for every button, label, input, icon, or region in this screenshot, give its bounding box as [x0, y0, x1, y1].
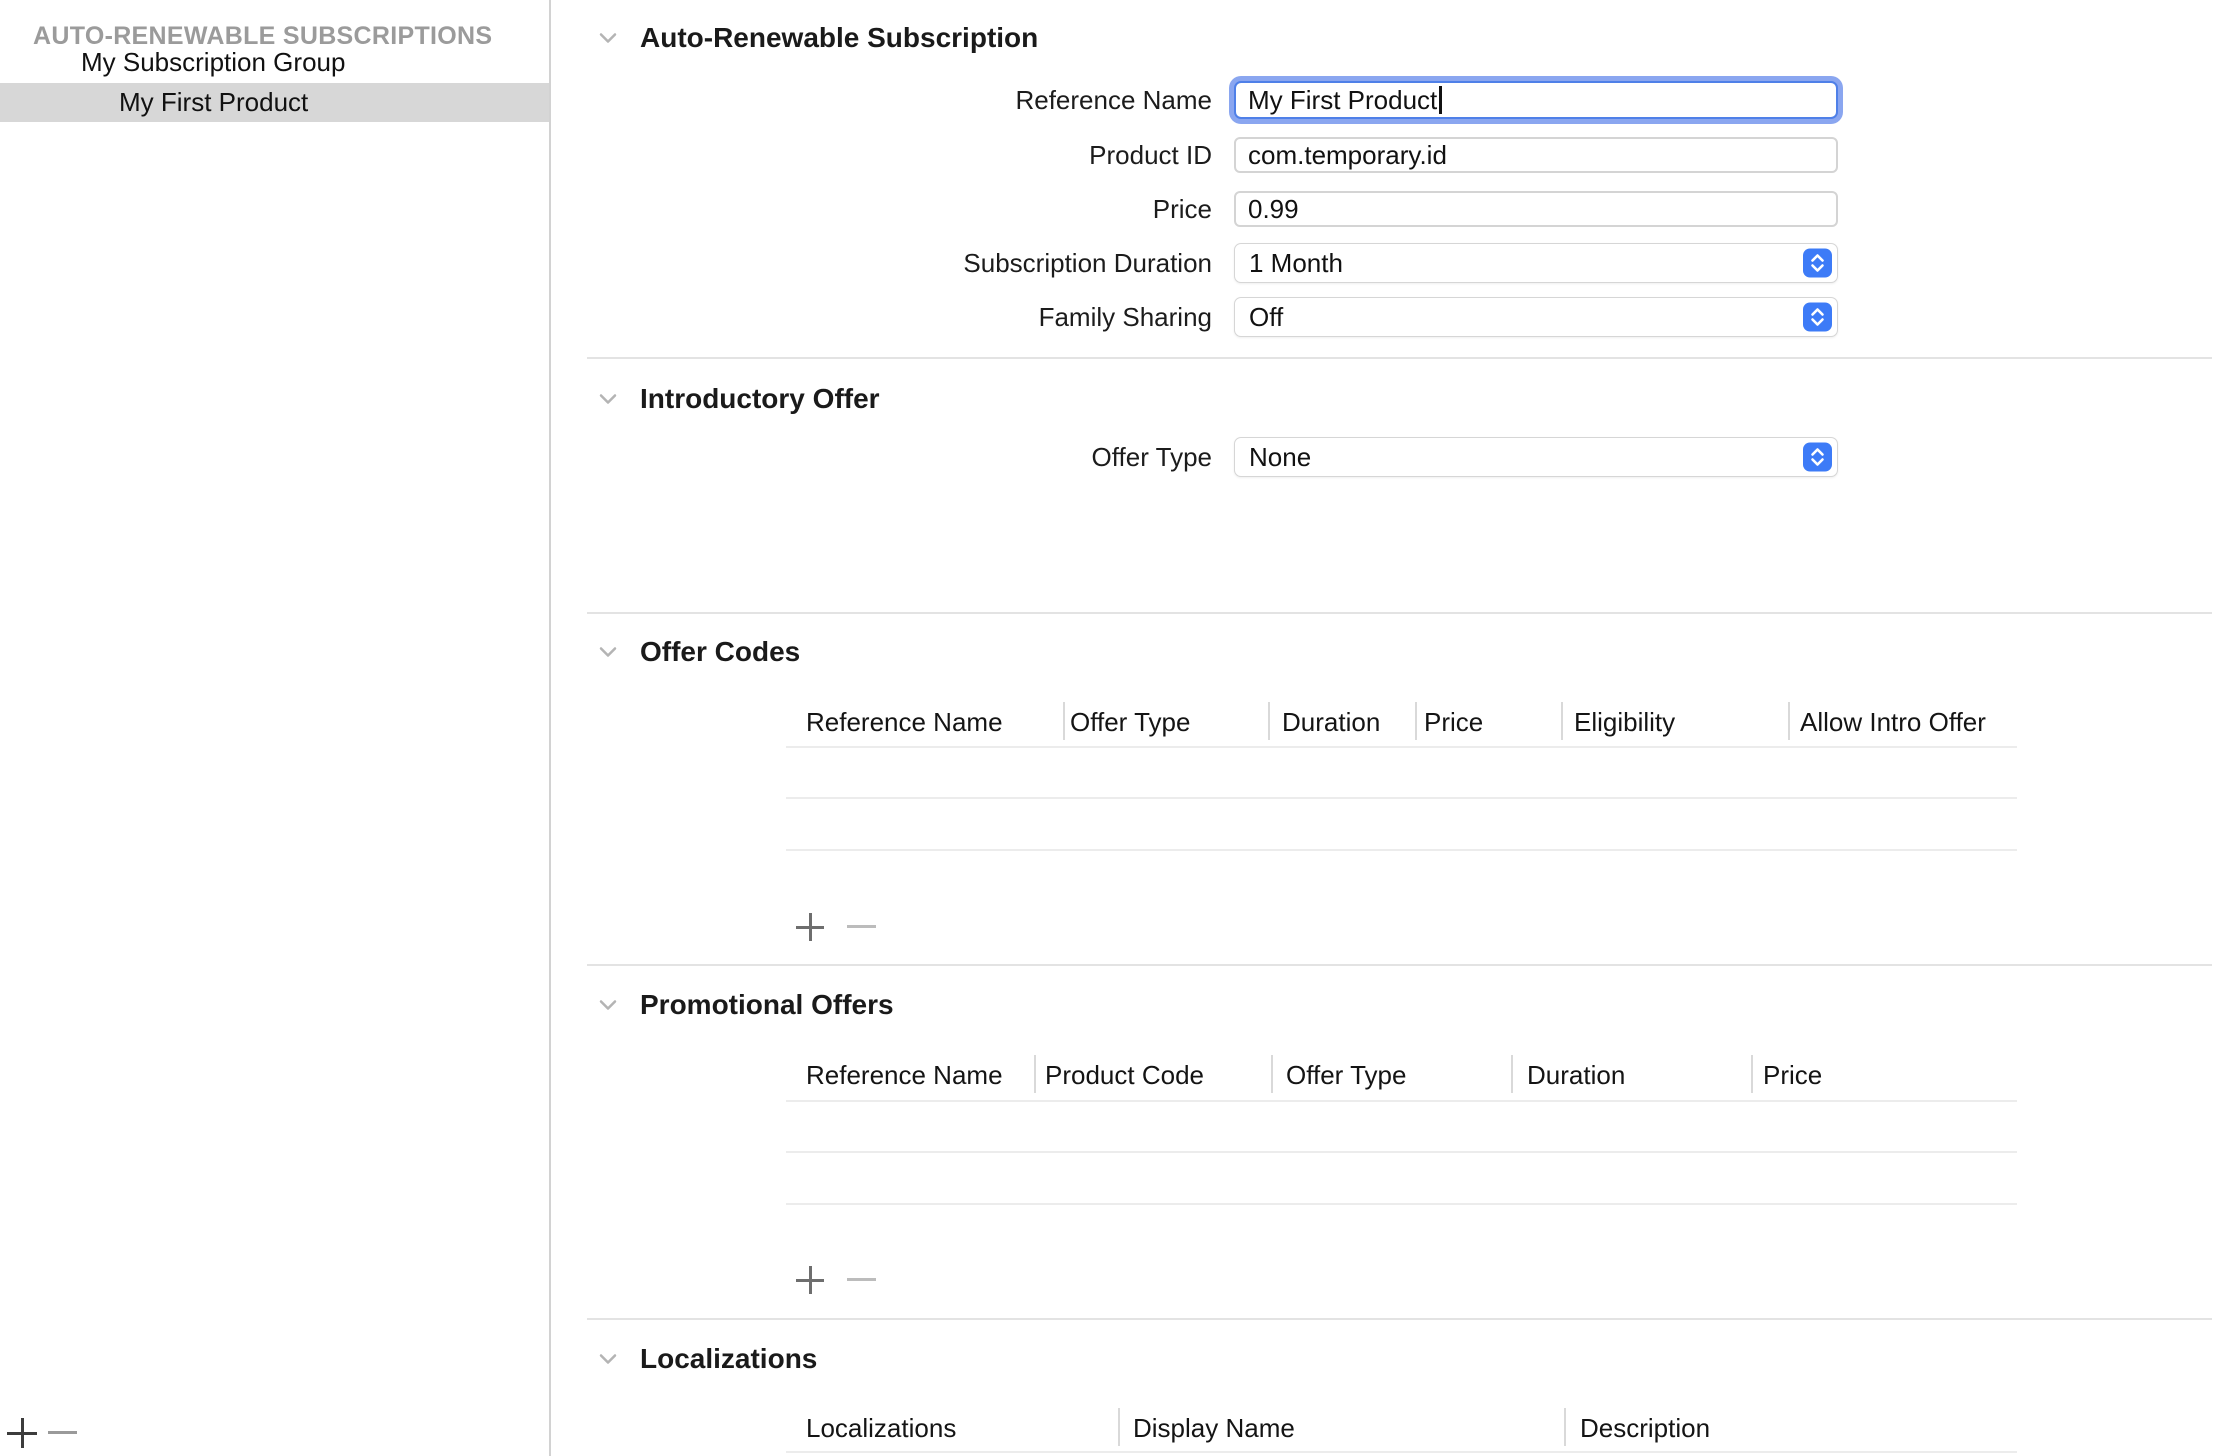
disclosure-chevron-icon[interactable] — [595, 639, 621, 665]
disclosure-chevron-icon[interactable] — [595, 386, 621, 412]
subscription-duration-select[interactable]: 1 Month — [1234, 243, 1838, 283]
loc-col-localizations: Localizations — [806, 1412, 956, 1444]
price-value: 0.99 — [1248, 194, 1299, 225]
column-separator — [1511, 1055, 1513, 1093]
column-separator — [1415, 702, 1417, 740]
text-caret — [1439, 86, 1442, 114]
reference-name-value: My First Product — [1248, 85, 1437, 116]
offer-type-value: None — [1249, 442, 1311, 473]
disclosure-chevron-icon[interactable] — [595, 1346, 621, 1372]
table-row-separator — [786, 1451, 2017, 1453]
promo-remove-button[interactable] — [847, 1278, 876, 1281]
popup-stepper-icon — [1803, 249, 1832, 278]
section-title-promotional-offers: Promotional Offers — [640, 988, 894, 1022]
sidebar-remove-button[interactable] — [48, 1431, 77, 1434]
section-divider — [587, 1318, 2212, 1320]
column-separator — [1561, 702, 1563, 740]
column-separator — [1034, 1055, 1036, 1093]
sidebar-item-first-product[interactable]: My First Product — [0, 83, 549, 122]
offer-codes-col-allow-intro-offer: Allow Intro Offer — [1800, 706, 1986, 738]
loc-col-description: Description — [1580, 1412, 1710, 1444]
table-row-separator — [786, 849, 2017, 851]
product-id-label: Product ID — [553, 139, 1212, 171]
section-divider — [587, 357, 2212, 359]
sidebar-add-button[interactable] — [5, 1416, 39, 1450]
column-separator — [1063, 702, 1065, 740]
sidebar-item-first-product-label: My First Product — [119, 83, 308, 122]
popup-stepper-icon — [1803, 443, 1832, 472]
promo-add-button[interactable] — [794, 1264, 826, 1296]
disclosure-chevron-icon[interactable] — [595, 992, 621, 1018]
section-title-localizations: Localizations — [640, 1342, 817, 1376]
section-divider — [587, 964, 2212, 966]
offer-codes-col-reference-name: Reference Name — [806, 706, 1003, 738]
table-row-separator — [786, 1100, 2017, 1102]
offer-codes-add-button[interactable] — [794, 911, 826, 943]
column-separator — [1751, 1055, 1753, 1093]
subscription-duration-value: 1 Month — [1249, 248, 1343, 279]
offer-codes-col-eligibility: Eligibility — [1574, 706, 1675, 738]
disclosure-chevron-icon[interactable] — [595, 25, 621, 51]
offer-codes-col-offer-type: Offer Type — [1070, 706, 1190, 738]
family-sharing-select[interactable]: Off — [1234, 297, 1838, 337]
subscription-duration-label: Subscription Duration — [553, 247, 1212, 279]
promo-col-price: Price — [1763, 1059, 1822, 1091]
plus-icon — [809, 1266, 812, 1294]
plus-icon — [21, 1418, 24, 1448]
table-row-separator — [786, 1151, 2017, 1153]
offer-codes-col-price: Price — [1424, 706, 1483, 738]
column-separator — [1788, 702, 1790, 740]
column-separator — [1564, 1408, 1566, 1446]
promo-col-offer-type: Offer Type — [1286, 1059, 1406, 1091]
price-label: Price — [553, 193, 1212, 225]
promo-col-duration: Duration — [1527, 1059, 1625, 1091]
family-sharing-label: Family Sharing — [553, 301, 1212, 333]
promo-col-reference-name: Reference Name — [806, 1059, 1003, 1091]
offer-codes-remove-button[interactable] — [847, 925, 876, 928]
table-row-separator — [786, 797, 2017, 799]
offer-type-select[interactable]: None — [1234, 437, 1838, 477]
table-row-separator — [786, 1203, 2017, 1205]
section-title-subscription: Auto-Renewable Subscription — [640, 21, 1038, 55]
column-separator — [1118, 1408, 1120, 1446]
popup-stepper-icon — [1803, 303, 1832, 332]
offer-codes-col-duration: Duration — [1282, 706, 1380, 738]
promo-col-product-code: Product Code — [1045, 1059, 1204, 1091]
storekit-config-window: AUTO-RENEWABLE SUBSCRIPTIONS My Subscrip… — [0, 0, 2226, 1456]
section-title-introductory-offer: Introductory Offer — [640, 382, 880, 416]
price-input[interactable]: 0.99 — [1234, 191, 1838, 227]
offer-type-label: Offer Type — [553, 441, 1212, 473]
product-id-value: com.temporary.id — [1248, 140, 1447, 171]
column-separator — [1268, 702, 1270, 740]
product-id-input[interactable]: com.temporary.id — [1234, 137, 1838, 173]
sidebar: AUTO-RENEWABLE SUBSCRIPTIONS My Subscrip… — [0, 0, 551, 1456]
section-divider — [587, 612, 2212, 614]
plus-icon — [809, 913, 812, 941]
loc-col-display-name: Display Name — [1133, 1412, 1295, 1444]
sidebar-item-subscription-group[interactable]: My Subscription Group — [81, 43, 345, 82]
section-title-offer-codes: Offer Codes — [640, 635, 800, 669]
reference-name-label: Reference Name — [553, 84, 1212, 116]
reference-name-input[interactable]: My First Product — [1234, 81, 1838, 119]
table-row-separator — [786, 746, 2017, 748]
family-sharing-value: Off — [1249, 302, 1283, 333]
column-separator — [1271, 1055, 1273, 1093]
